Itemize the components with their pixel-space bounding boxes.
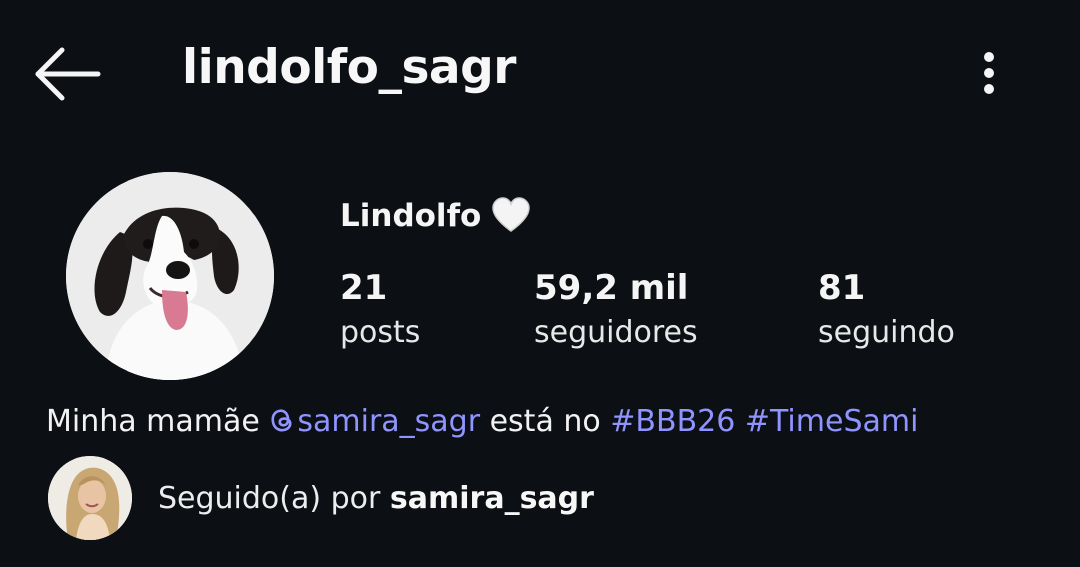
stat-followers[interactable]: 59,2 mil seguidores: [534, 266, 698, 356]
more-options-button[interactable]: [968, 46, 1010, 102]
bio-prefix: Minha mamãe: [46, 404, 270, 439]
posts-label: posts: [340, 315, 421, 350]
more-vertical-icon: [968, 52, 1010, 94]
profile-avatar[interactable]: [66, 172, 274, 380]
followers-count: 59,2 mil: [534, 268, 689, 308]
stat-following[interactable]: 81 seguindo: [818, 266, 955, 356]
followed-by-text: Seguido(a) por samira_sagr: [158, 481, 594, 516]
page-title: lindolfo_sagr: [182, 40, 516, 95]
arrow-left-icon: [35, 47, 101, 101]
display-name: Lindolfo: [340, 196, 531, 236]
followed-by-prefix: Seguido(a) por: [158, 480, 390, 516]
back-button[interactable]: [30, 44, 106, 104]
display-name-text: Lindolfo: [340, 198, 482, 234]
follower-avatar[interactable]: [48, 456, 132, 540]
following-count: 81: [818, 268, 866, 308]
hashtag-bbb26-link[interactable]: #BBB26: [610, 404, 735, 439]
threads-icon: [271, 409, 292, 432]
followers-label: seguidores: [534, 315, 698, 350]
hashtag-timesami-link[interactable]: #TimeSami: [745, 404, 919, 439]
bio-mention-text: samira_sagr: [297, 404, 481, 439]
white-heart-icon: [492, 197, 531, 232]
follower-profile-photo: [48, 456, 132, 540]
posts-count: 21: [340, 268, 388, 308]
bio-middle: está no: [480, 404, 611, 439]
stat-posts[interactable]: 21 posts: [340, 266, 420, 356]
top-bar: lindolfo_sagr: [0, 0, 1080, 150]
dog-profile-photo: [66, 172, 274, 380]
followed-by-user[interactable]: samira_sagr: [390, 481, 594, 516]
following-label: seguindo: [818, 315, 955, 350]
profile-bio: Minha mamãe samira_sagr está no #BBB26 #…: [46, 404, 918, 439]
bio-mention-link[interactable]: samira_sagr: [269, 404, 480, 439]
followed-by-row[interactable]: Seguido(a) por samira_sagr: [48, 454, 594, 542]
